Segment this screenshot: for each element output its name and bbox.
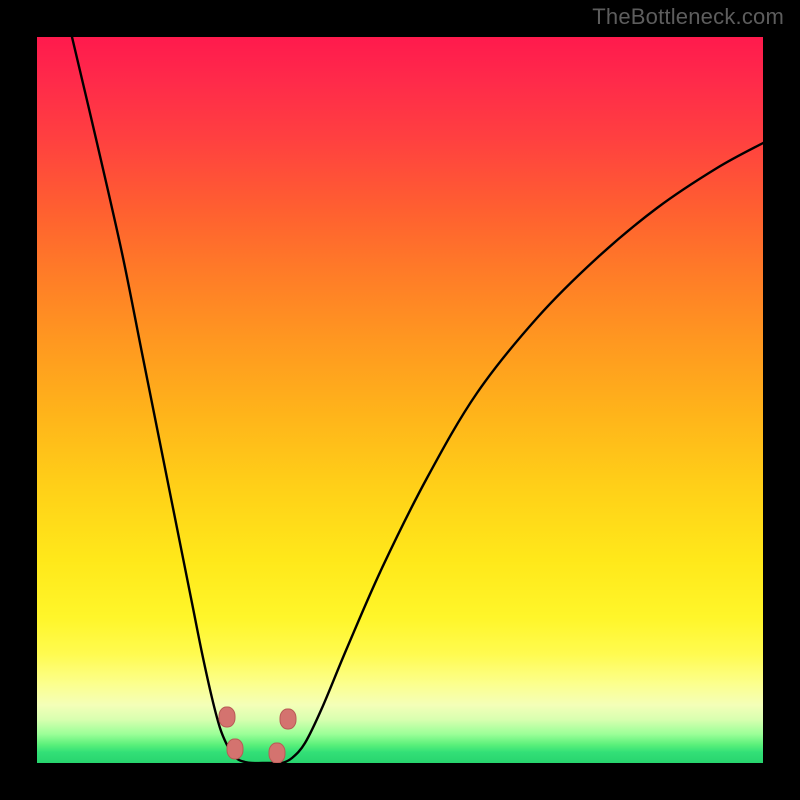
curve-marker-3 [280, 709, 296, 729]
curve-marker-1 [227, 739, 243, 759]
chart-frame: TheBottleneck.com [0, 0, 800, 800]
curve-path [72, 37, 763, 763]
bottleneck-curve [37, 37, 763, 763]
plot-area [37, 37, 763, 763]
watermark-text: TheBottleneck.com [592, 4, 784, 30]
curve-marker-2 [269, 743, 285, 763]
curve-marker-0 [219, 707, 235, 727]
